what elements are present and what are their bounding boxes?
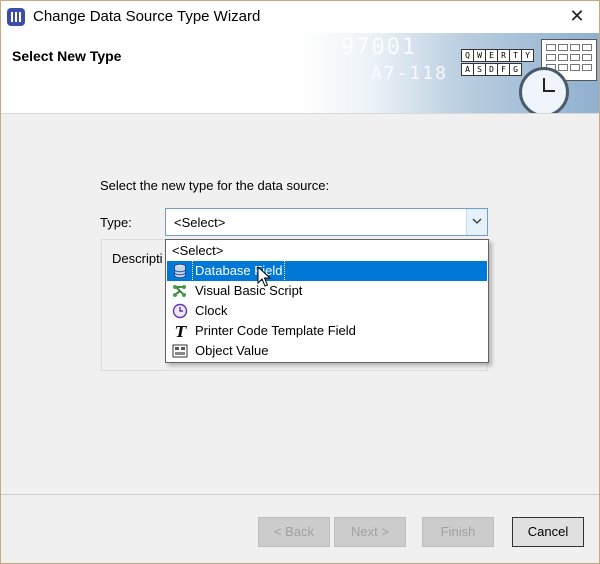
instruction-text: Select the new type for the data source: (100, 178, 330, 193)
app-icon (7, 8, 25, 26)
cancel-button[interactable]: Cancel (512, 517, 584, 547)
wizard-window: Change Data Source Type Wizard ✕ Select … (0, 0, 600, 564)
dropdown-option-object-value[interactable]: Object Value (167, 341, 487, 361)
type-label: Type: (100, 215, 132, 230)
title-bar: Change Data Source Type Wizard ✕ (1, 1, 599, 33)
window-title: Change Data Source Type Wizard (33, 8, 261, 25)
banner-text: 97001 (341, 35, 418, 60)
back-button[interactable]: < Back (258, 517, 330, 547)
script-icon (173, 285, 186, 297)
description-label: Descripti (112, 251, 163, 266)
header-banner-image: 97001 A7-118 Q W E R T Y A S D F G (301, 33, 599, 113)
option-label: <Select> (172, 243, 224, 258)
mouse-cursor-icon (257, 266, 272, 287)
finish-button[interactable]: Finish (422, 517, 494, 547)
chevron-down-icon[interactable] (466, 209, 487, 235)
close-button[interactable]: ✕ (565, 5, 589, 29)
type-select[interactable]: <Select> (165, 208, 488, 236)
banner-text: A7-118 (371, 63, 449, 84)
database-icon (174, 263, 186, 279)
svg-text:T: T (175, 323, 188, 339)
clock-icon (172, 303, 188, 319)
dropdown-option-database-field[interactable]: Database Field (167, 260, 487, 282)
option-label: Printer Code Template Field (195, 323, 356, 338)
clock-icon (519, 67, 569, 113)
wizard-header: Select New Type 97001 A7-118 Q W E R T Y… (1, 33, 599, 114)
dropdown-option-printer-code-template-field[interactable]: T Printer Code Template Field (167, 321, 487, 341)
type-dropdown-list: <Select> Database Field Visual Basic Scr… (165, 239, 489, 363)
object-value-icon (172, 344, 188, 358)
dropdown-option-select[interactable]: <Select> (167, 241, 487, 261)
footer-divider (1, 494, 599, 495)
keyboard-keys-icon: Q W E R T Y A S D F G (461, 49, 534, 83)
dropdown-option-clock[interactable]: Clock (167, 301, 487, 321)
dropdown-option-visual-basic-script[interactable]: Visual Basic Script (167, 281, 487, 301)
type-select-value: <Select> (174, 215, 226, 230)
page-title: Select New Type (12, 48, 122, 64)
option-label: Clock (195, 303, 228, 318)
printer-code-icon: T (175, 323, 188, 339)
option-label: Visual Basic Script (195, 283, 303, 298)
option-label: Object Value (195, 343, 269, 358)
next-button[interactable]: Next > (334, 517, 406, 547)
